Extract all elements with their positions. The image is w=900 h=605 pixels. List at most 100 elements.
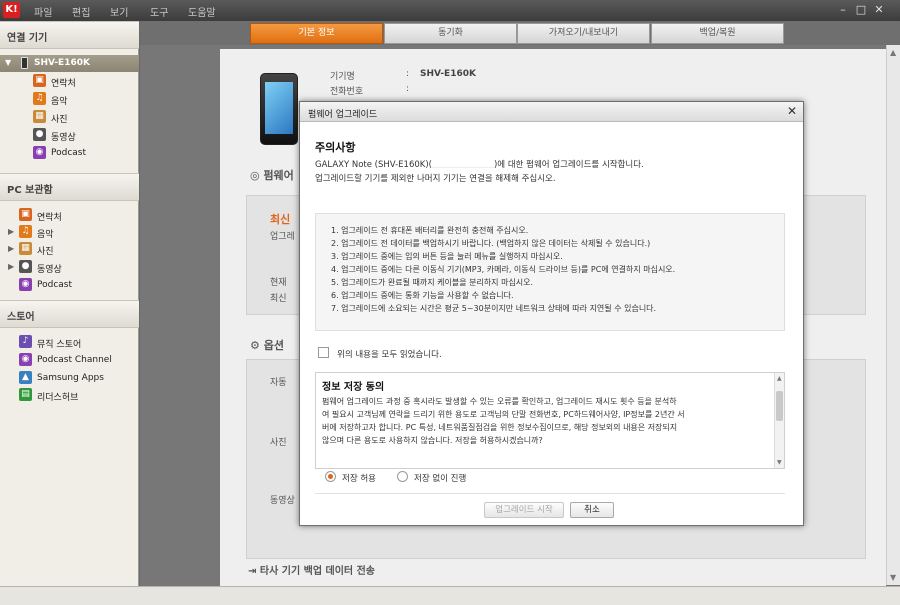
sidebar-item-podcast-channel[interactable]: ◉ Podcast Channel [0, 352, 139, 369]
sidebar-item-device-videos[interactable]: ● 동영상 [0, 127, 139, 144]
menu-edit[interactable]: 편집 [72, 4, 90, 19]
cancel-button[interactable]: 취소 [570, 502, 614, 518]
sidebar-item-device-contacts[interactable]: ▣ 연락처 [0, 73, 139, 90]
read-all-label[interactable]: 위의 내용을 모두 읽었습니다. [337, 348, 442, 360]
phone-icon [21, 57, 28, 69]
sidebar-item-samsung-apps[interactable]: ▲ Samsung Apps [0, 370, 139, 387]
sidebar-item-pc-contacts[interactable]: ▣ 연락처 [0, 207, 139, 224]
scroll-up-icon[interactable]: ▲ [777, 375, 782, 382]
sidebar-item-pc-videos[interactable]: ▶ ● 동영상 [0, 259, 139, 276]
main-scrollbar[interactable]: ▲ ▼ [886, 45, 900, 585]
tab-basic-info[interactable]: 기본 정보 [250, 23, 383, 44]
proceed-without-storage-radio[interactable] [397, 471, 408, 482]
menu-bar: K! 파일 편집 보기 도구 도움말 – □ ✕ [0, 0, 900, 21]
dialog-divider [315, 493, 785, 494]
latest-label: 최신 [270, 213, 291, 226]
consent-scrollbar[interactable]: ▲ ▼ [774, 373, 784, 468]
close-icon[interactable]: ✕ [787, 104, 797, 118]
scroll-down-icon[interactable]: ▼ [777, 459, 782, 466]
sidebar-item-pc-music[interactable]: ▶ ♫ 음악 [0, 224, 139, 241]
scroll-thumb[interactable] [776, 391, 783, 421]
consent-line: 않으며 다른 용도로 사용하지 않습니다. 저장을 허용하시겠습니까? [322, 436, 543, 445]
caution-heading: 주의사항 [315, 141, 356, 154]
podcast-icon: ◉ [19, 278, 32, 291]
maximize-icon[interactable]: □ [854, 3, 868, 17]
readers-hub-icon: ▤ [19, 388, 32, 401]
sidebar: 연결 기기 ▼ SHV-E160K ▣ 연락처 ♫ 음악 ▦ 사진 ● 동영상 … [0, 21, 139, 586]
consent-heading: 정보 저장 동의 [322, 382, 385, 393]
tab-backup-restore[interactable]: 백업/복원 [651, 23, 784, 44]
notice-item: 1. 업그레이드 전 휴대폰 배터리를 완전히 충전해 주십시오. [331, 226, 529, 235]
scroll-down-icon[interactable]: ▼ [890, 573, 896, 582]
dialog-title: 펌웨어 업그레이드 [308, 110, 378, 120]
consent-line: 버에 저장하고자 합니다. PC 특성, 네트워품질점검을 위한 정보수집이므로… [322, 423, 678, 432]
device-name: SHV-E160K [34, 58, 90, 68]
notice-item: 3. 업그레이드 중에는 임의 버튼 등을 눌러 메뉴를 실행하지 마십시오. [331, 252, 563, 261]
dialog-title-bar: 펌웨어 업그레이드 ✕ [300, 102, 803, 122]
chevron-right-icon[interactable]: ▶ [8, 227, 14, 236]
minimize-icon[interactable]: – [836, 3, 850, 17]
photo-icon: ▦ [33, 110, 46, 123]
menu-view[interactable]: 보기 [110, 4, 128, 19]
read-all-checkbox[interactable] [318, 347, 329, 358]
notice-item: 4. 업그레이드 중에는 다른 이동식 기기(MP3, 카메라, 이동식 드라이… [331, 265, 676, 274]
video-icon: ● [19, 260, 32, 273]
menu-help[interactable]: 도움말 [188, 4, 216, 19]
scroll-up-icon[interactable]: ▲ [890, 48, 896, 57]
tab-bar: 기본 정보 동기화 가져오기/내보내기 백업/복원 [140, 21, 900, 45]
start-upgrade-button[interactable]: 업그레이드 시작 [484, 502, 564, 518]
music-icon: ♫ [19, 225, 32, 238]
store-header: 스토어 [0, 300, 139, 328]
sidebar-item-music-store[interactable]: ♪ 뮤직 스토어 [0, 334, 139, 351]
device-model-value: SHV-E160K [420, 69, 476, 79]
firmware-upgrade-dialog: 펌웨어 업그레이드 ✕ 주의사항 GALAXY Note (SHV-E160K)… [299, 101, 804, 526]
notice-item: 7. 업그레이드에 소요되는 시간은 평균 5~30분이지만 네트워크 상태에 … [331, 304, 657, 313]
sidebar-item-device-podcast[interactable]: ◉ Podcast [0, 145, 139, 162]
device-image [260, 73, 298, 145]
consent-line: 펌웨어 업그레이드 과정 중 혹시라도 발생할 수 있는 오류를 확인하고, 업… [322, 397, 677, 406]
allow-storage-radio[interactable] [325, 471, 336, 482]
menu-tools[interactable]: 도구 [150, 4, 168, 19]
notice-box: 1. 업그레이드 전 휴대폰 배터리를 완전히 충전해 주십시오. 2. 업그레… [315, 213, 785, 331]
podcast-icon: ◉ [33, 146, 46, 159]
intro-line-1: GALAXY Note (SHV-E160K)()에 대한 펌웨어 업그레이드를… [315, 159, 644, 170]
sidebar-item-device-photos[interactable]: ▦ 사진 [0, 109, 139, 126]
close-window-icon[interactable]: ✕ [872, 3, 886, 17]
music-store-icon: ♪ [19, 335, 32, 348]
chevron-right-icon[interactable]: ▶ [8, 244, 14, 253]
sidebar-item-readers-hub[interactable]: ▤ 리더스허브 [0, 387, 139, 404]
pc-library-header: PC 보관함 [0, 173, 139, 201]
samsung-apps-icon: ▲ [19, 371, 32, 384]
masked-number [431, 159, 494, 168]
allow-storage-label[interactable]: 저장 허용 [342, 472, 376, 484]
music-icon: ♫ [33, 92, 46, 105]
sidebar-item-pc-photos[interactable]: ▶ ▦ 사진 [0, 241, 139, 258]
app-logo-icon: K! [3, 2, 20, 18]
sidebar-device[interactable]: ▼ SHV-E160K [0, 55, 139, 72]
photo-icon: ▦ [19, 242, 32, 255]
consent-line: 여 필요시 고객님께 연락을 드리기 위한 용도로 고객님의 단말 전화번호, … [322, 410, 685, 419]
chevron-right-icon[interactable]: ▶ [8, 262, 14, 271]
notice-item: 2. 업그레이드 전 데이터를 백업하시기 바랍니다. (백업하지 않은 데이터… [331, 239, 651, 248]
status-bar [0, 586, 900, 605]
intro-line-2: 업그레이드할 기기를 제외한 나머지 기기는 연결을 해제해 주십시오. [315, 174, 556, 184]
sidebar-item-device-music[interactable]: ♫ 음악 [0, 91, 139, 108]
chevron-down-icon[interactable]: ▼ [5, 58, 11, 67]
device-model-label: 기기명 [330, 72, 355, 82]
tab-sync[interactable]: 동기화 [384, 23, 517, 44]
transfer-section-title: ⇥ 타사 기기 백업 데이터 전송 [248, 566, 376, 577]
sidebar-item-pc-podcast[interactable]: ◉ Podcast [0, 277, 139, 294]
menu-file[interactable]: 파일 [34, 4, 52, 19]
video-icon: ● [33, 128, 46, 141]
tab-import-export[interactable]: 가져오기/내보내기 [517, 23, 650, 44]
consent-box: 정보 저장 동의 펌웨어 업그레이드 과정 중 혹시라도 발생할 수 있는 오류… [315, 372, 785, 469]
notice-item: 6. 업그레이드 중에는 통화 기능을 사용할 수 없습니다. [331, 291, 514, 300]
contacts-icon: ▣ [33, 74, 46, 87]
phone-number-label: 전화번호 [330, 87, 364, 97]
options-section-title: ⚙ 옵션 [250, 339, 284, 352]
connected-devices-header: 연결 기기 [0, 21, 139, 49]
contacts-icon: ▣ [19, 208, 32, 221]
podcast-channel-icon: ◉ [19, 353, 32, 366]
proceed-without-storage-label[interactable]: 저장 없이 진행 [414, 472, 466, 484]
firmware-section-title: ◎ 펌웨어 [250, 169, 294, 182]
